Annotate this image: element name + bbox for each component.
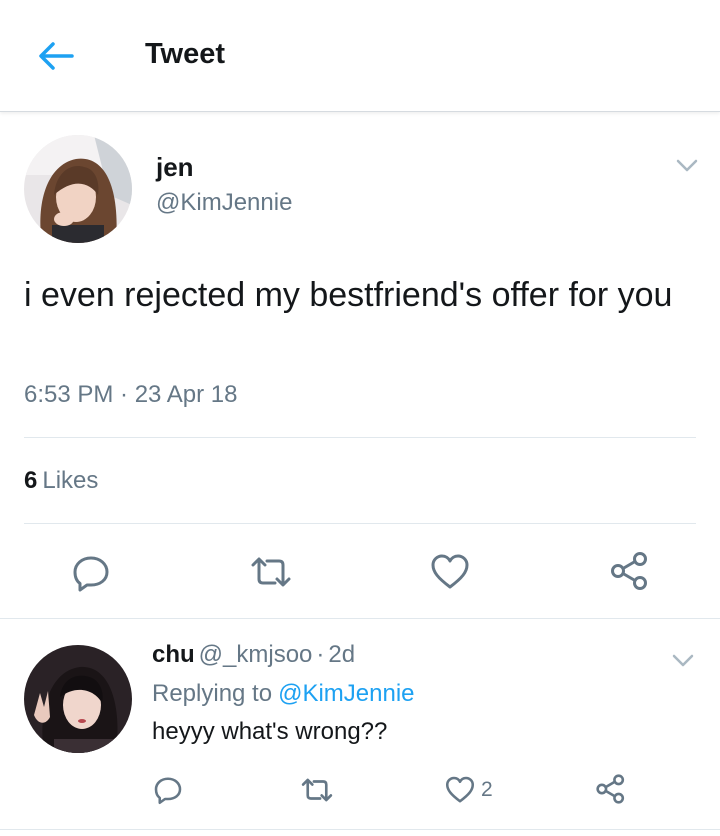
divider (24, 437, 696, 438)
reply-header: chu @_kmjsoo · 2d (152, 641, 355, 669)
tweet-timestamp: 6:53 PM · 23 Apr 18 (24, 381, 238, 408)
avatar[interactable] (24, 645, 132, 753)
reply-menu-button[interactable] (668, 650, 698, 670)
share-icon (596, 774, 625, 804)
share-icon (611, 552, 647, 590)
reply-like-count: 2 (481, 778, 493, 801)
section-divider (0, 829, 720, 830)
replying-to: Replying to @KimJennie (152, 680, 415, 708)
heart-icon (445, 776, 475, 803)
replying-to-label: Replying to (152, 680, 273, 707)
like-button[interactable] (430, 553, 470, 591)
separator-dot: · (316, 641, 325, 668)
reply-retweet-button[interactable] (300, 776, 334, 804)
avatar[interactable] (24, 135, 132, 243)
back-button[interactable] (34, 36, 78, 76)
tweet-menu-button[interactable] (672, 155, 702, 175)
reply-button[interactable] (71, 554, 111, 592)
section-divider (0, 618, 720, 619)
reply-author-name[interactable]: chu (152, 641, 195, 668)
mention-link[interactable]: @KimJennie (278, 680, 414, 707)
likes-stat[interactable]: 6 Likes (24, 467, 98, 495)
chevron-down-icon (676, 159, 698, 172)
divider (24, 523, 696, 524)
share-button[interactable] (609, 551, 651, 591)
reply-icon (154, 777, 182, 805)
likes-count: 6 (24, 467, 38, 494)
reply-timestamp: 2d (328, 641, 356, 668)
arrow-left-icon (39, 42, 74, 70)
author-handle[interactable]: @KimJennie (156, 189, 292, 217)
reply-reply-button[interactable] (153, 775, 183, 805)
reply-author-handle[interactable]: @_kmjsoo (199, 641, 313, 668)
retweet-icon (301, 778, 333, 802)
top-bar: Tweet (0, 0, 720, 112)
tweet-text: i even rejected my bestfriend's offer fo… (24, 276, 673, 314)
likes-label: Likes (42, 467, 99, 494)
chevron-down-icon (672, 654, 694, 667)
retweet-button[interactable] (249, 555, 293, 589)
page-title: Tweet (145, 38, 226, 70)
reply-share-button[interactable] (595, 773, 627, 805)
reply-text: heyyy what's wrong?? (152, 718, 388, 745)
author-name[interactable]: jen (156, 152, 194, 183)
heart-icon (431, 554, 469, 589)
reply-like-button[interactable]: 2 (445, 775, 493, 805)
reply-icon (73, 556, 109, 592)
retweet-icon (251, 557, 291, 587)
